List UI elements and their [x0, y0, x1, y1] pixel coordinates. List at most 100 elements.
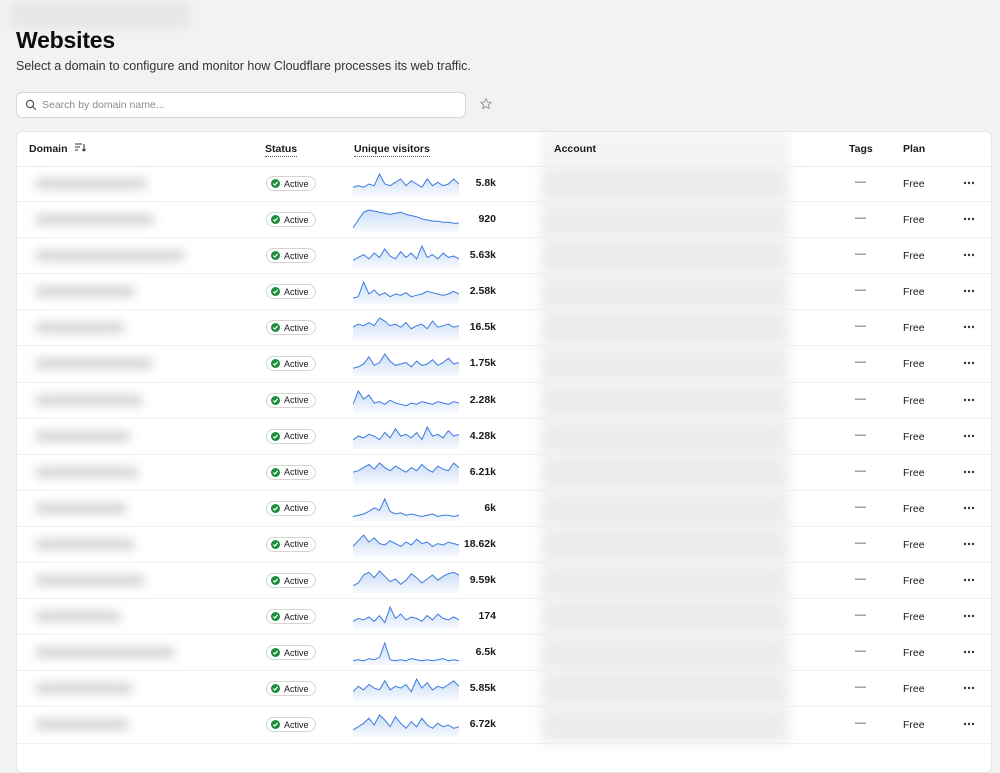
more-options-button[interactable]	[959, 499, 979, 517]
table-row[interactable]: Active 5.8k — Free	[17, 166, 991, 203]
blurred-domain-name[interactable]	[35, 647, 175, 659]
websites-table: Domain Status Unique visitors Account Ta…	[16, 131, 992, 773]
tags-value: —	[855, 320, 866, 333]
column-header-visitors[interactable]: Unique visitors	[354, 143, 430, 157]
column-header-domain[interactable]: Domain	[29, 143, 87, 155]
status-label: Active	[284, 683, 309, 694]
more-options-button[interactable]	[959, 391, 979, 409]
search-box[interactable]	[16, 92, 466, 118]
check-circle-icon	[271, 684, 280, 694]
unique-visitors-value: 920	[478, 213, 496, 226]
blurred-domain-name[interactable]	[35, 611, 121, 623]
table-row[interactable]: Active 2.58k — Free	[17, 274, 991, 311]
table-row[interactable]: Active 6.72k — Free	[17, 707, 991, 744]
more-options-button[interactable]	[959, 282, 979, 300]
check-circle-icon	[271, 539, 280, 549]
more-options-icon	[963, 614, 975, 618]
unique-visitors-value: 18.62k	[463, 537, 496, 550]
status-label: Active	[284, 250, 309, 261]
more-options-icon	[963, 723, 975, 726]
check-circle-icon	[271, 431, 280, 441]
more-options-button[interactable]	[959, 427, 979, 445]
table-row[interactable]: Active 9.59k — Free	[17, 563, 991, 600]
table-row[interactable]: Active 6.21k — Free	[17, 454, 991, 491]
more-options-button[interactable]	[959, 571, 979, 589]
more-options-icon	[963, 434, 975, 437]
blurred-account-name	[541, 382, 789, 419]
blurred-domain-name[interactable]	[35, 683, 133, 695]
blurred-domain-name[interactable]	[35, 178, 147, 189]
status-label: Active	[284, 539, 309, 550]
more-options-button[interactable]	[959, 246, 979, 264]
table-row[interactable]: Active 6.5k — Free	[17, 635, 991, 672]
page-title: Websites	[16, 27, 115, 53]
table-row[interactable]: Active 5.63k — Free	[17, 238, 991, 275]
plan-value: Free	[903, 538, 925, 551]
tags-value: —	[855, 284, 866, 297]
status-badge: Active	[266, 212, 316, 228]
more-options-button[interactable]	[959, 679, 979, 697]
blurred-account-name	[541, 599, 789, 636]
more-options-button[interactable]	[959, 354, 979, 372]
blurred-account-name	[541, 274, 789, 311]
check-circle-icon	[271, 251, 280, 261]
more-options-button[interactable]	[959, 463, 979, 481]
table-row[interactable]: Active 16.5k — Free	[17, 310, 991, 347]
blurred-breadcrumb	[10, 2, 190, 28]
unique-visitors-value: 16.5k	[469, 321, 496, 334]
table-header: Domain Status Unique visitors Account Ta…	[17, 132, 991, 167]
status-badge: Active	[266, 284, 316, 300]
status-label: Active	[284, 647, 309, 658]
table-row[interactable]: Active 174 — Free	[17, 599, 991, 636]
blurred-domain-name[interactable]	[35, 358, 153, 370]
blurred-domain-name[interactable]	[35, 538, 135, 550]
tags-value: —	[855, 356, 866, 369]
unique-visitors-value: 5.85k	[469, 682, 496, 695]
more-options-button[interactable]	[959, 607, 979, 625]
blurred-account-name	[541, 707, 789, 744]
blurred-domain-name[interactable]	[35, 286, 135, 298]
table-row[interactable]: Active 4.28k — Free	[17, 418, 991, 455]
status-label: Active	[284, 503, 309, 514]
unique-visitors-value: 6.72k	[469, 718, 496, 731]
unique-visitors-value: 6k	[484, 501, 496, 514]
table-row[interactable]: Active 5.85k — Free	[17, 671, 991, 708]
blurred-domain-name[interactable]	[35, 214, 155, 226]
more-options-button[interactable]	[959, 210, 979, 228]
blurred-domain-name[interactable]	[35, 250, 185, 262]
blurred-domain-name[interactable]	[35, 575, 145, 587]
more-options-icon	[963, 687, 975, 690]
status-badge: Active	[266, 717, 316, 733]
table-row[interactable]: Active 1.75k — Free	[17, 346, 991, 383]
more-options-button[interactable]	[959, 715, 979, 733]
blurred-domain-name[interactable]	[35, 430, 131, 442]
status-badge: Active	[266, 320, 316, 336]
blurred-domain-name[interactable]	[35, 502, 127, 514]
status-badge: Active	[266, 464, 316, 480]
more-options-icon	[963, 362, 975, 365]
blurred-account-name	[541, 635, 789, 672]
table-body: Active 5.8k — Free Active 920 — Free Active 5.63k…	[17, 166, 991, 744]
blurred-domain-name[interactable]	[35, 394, 143, 406]
blurred-domain-name[interactable]	[35, 466, 139, 478]
table-row[interactable]: Active 18.62k — Free	[17, 526, 991, 564]
more-options-button[interactable]	[959, 318, 979, 336]
more-options-button[interactable]	[959, 174, 979, 192]
tags-value: —	[855, 464, 866, 477]
more-options-icon	[963, 253, 975, 257]
more-options-button[interactable]	[959, 643, 979, 661]
sort-icon[interactable]	[75, 143, 87, 155]
table-row[interactable]: Active 6k — Free	[17, 490, 991, 527]
blurred-account-name	[541, 418, 789, 455]
search-input[interactable]	[42, 99, 465, 111]
blurred-domain-name[interactable]	[35, 322, 125, 334]
more-options-button[interactable]	[959, 535, 979, 553]
table-row[interactable]: Active 920 — Free	[17, 202, 991, 239]
blurred-domain-name[interactable]	[35, 719, 129, 731]
table-row[interactable]: Active 2.28k — Free	[17, 382, 991, 419]
check-circle-icon	[271, 648, 280, 658]
star-icon[interactable]	[479, 97, 493, 111]
more-options-icon	[963, 651, 975, 654]
blurred-account-name	[541, 346, 789, 383]
column-header-status[interactable]: Status	[265, 143, 298, 157]
